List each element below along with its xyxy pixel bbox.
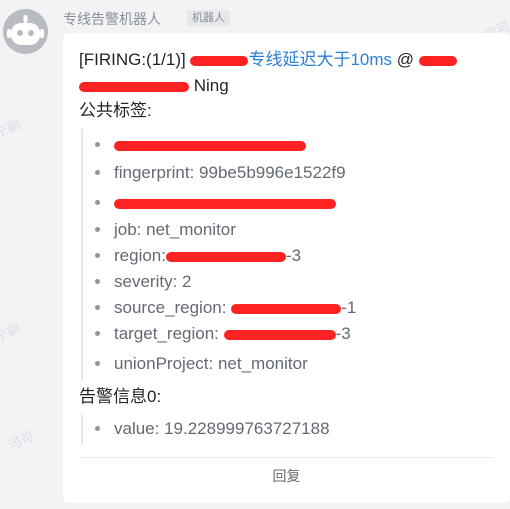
alert-link[interactable]: 专线延迟大于10ms: [248, 50, 392, 69]
watermark: 宁副: [0, 320, 23, 345]
watermark: 可可: [6, 428, 37, 453]
bullet-icon: [95, 426, 100, 432]
list-item: fingerprint: 99be5b996e1522f9: [95, 162, 346, 184]
list-item: source_region: -1: [95, 297, 356, 319]
bullet-icon: [95, 142, 100, 148]
redacted-text: [231, 303, 342, 314]
bullet-icon: [95, 361, 100, 367]
mention-suffix[interactable]: Ning: [194, 76, 229, 95]
list-item: region: -3: [95, 245, 301, 267]
list-item: job: net_monitor: [95, 219, 236, 241]
labels-title: 公共标签:: [79, 101, 152, 120]
list-item: value: 19.228999763727188: [95, 418, 330, 440]
bullet-icon: [95, 253, 100, 259]
list-item: target_region: -3: [95, 323, 351, 345]
redacted-text: [165, 251, 286, 262]
mention: @: [396, 50, 415, 69]
info-list: value: 19.228999763727188: [81, 415, 330, 445]
divider: [79, 457, 494, 458]
info-title: 告警信息0:: [79, 387, 162, 406]
bullet-icon: [95, 227, 100, 233]
bullet-icon: [95, 279, 100, 285]
alert-header-cont: Ning: [79, 75, 229, 97]
redacted-text: [79, 81, 189, 92]
robot-icon: [7, 15, 44, 45]
reply-button[interactable]: 回复: [63, 467, 510, 485]
sender-name[interactable]: 专线告警机器人: [63, 10, 161, 28]
bot-avatar[interactable]: [3, 9, 48, 54]
list-item: unionProject: net_monitor: [95, 353, 308, 375]
list-item: [95, 192, 336, 214]
bullet-icon: [95, 200, 100, 206]
redacted-text: [190, 55, 249, 66]
alert-header: [FIRING:(1/1)] 专线延迟大于10ms @: [79, 49, 457, 71]
redacted-text: [223, 329, 336, 340]
redacted-text: [418, 55, 457, 66]
list-item: severity: 2: [95, 271, 191, 293]
bot-badge: 机器人: [187, 10, 230, 26]
list-item: [95, 134, 306, 156]
redacted-text: [114, 198, 336, 209]
watermark: 宁副: [0, 116, 23, 141]
redacted-text: [114, 140, 306, 151]
bullet-icon: [95, 170, 100, 176]
alert-status: [FIRING:(1/1)]: [79, 50, 186, 69]
labels-list: fingerprint: 99be5b996e1522f9 job: net_m…: [81, 129, 356, 381]
bullet-icon: [95, 331, 100, 337]
bullet-icon: [95, 305, 100, 311]
message-card: [FIRING:(1/1)] 专线延迟大于10ms @ Ning 公共标签: f…: [63, 33, 510, 503]
